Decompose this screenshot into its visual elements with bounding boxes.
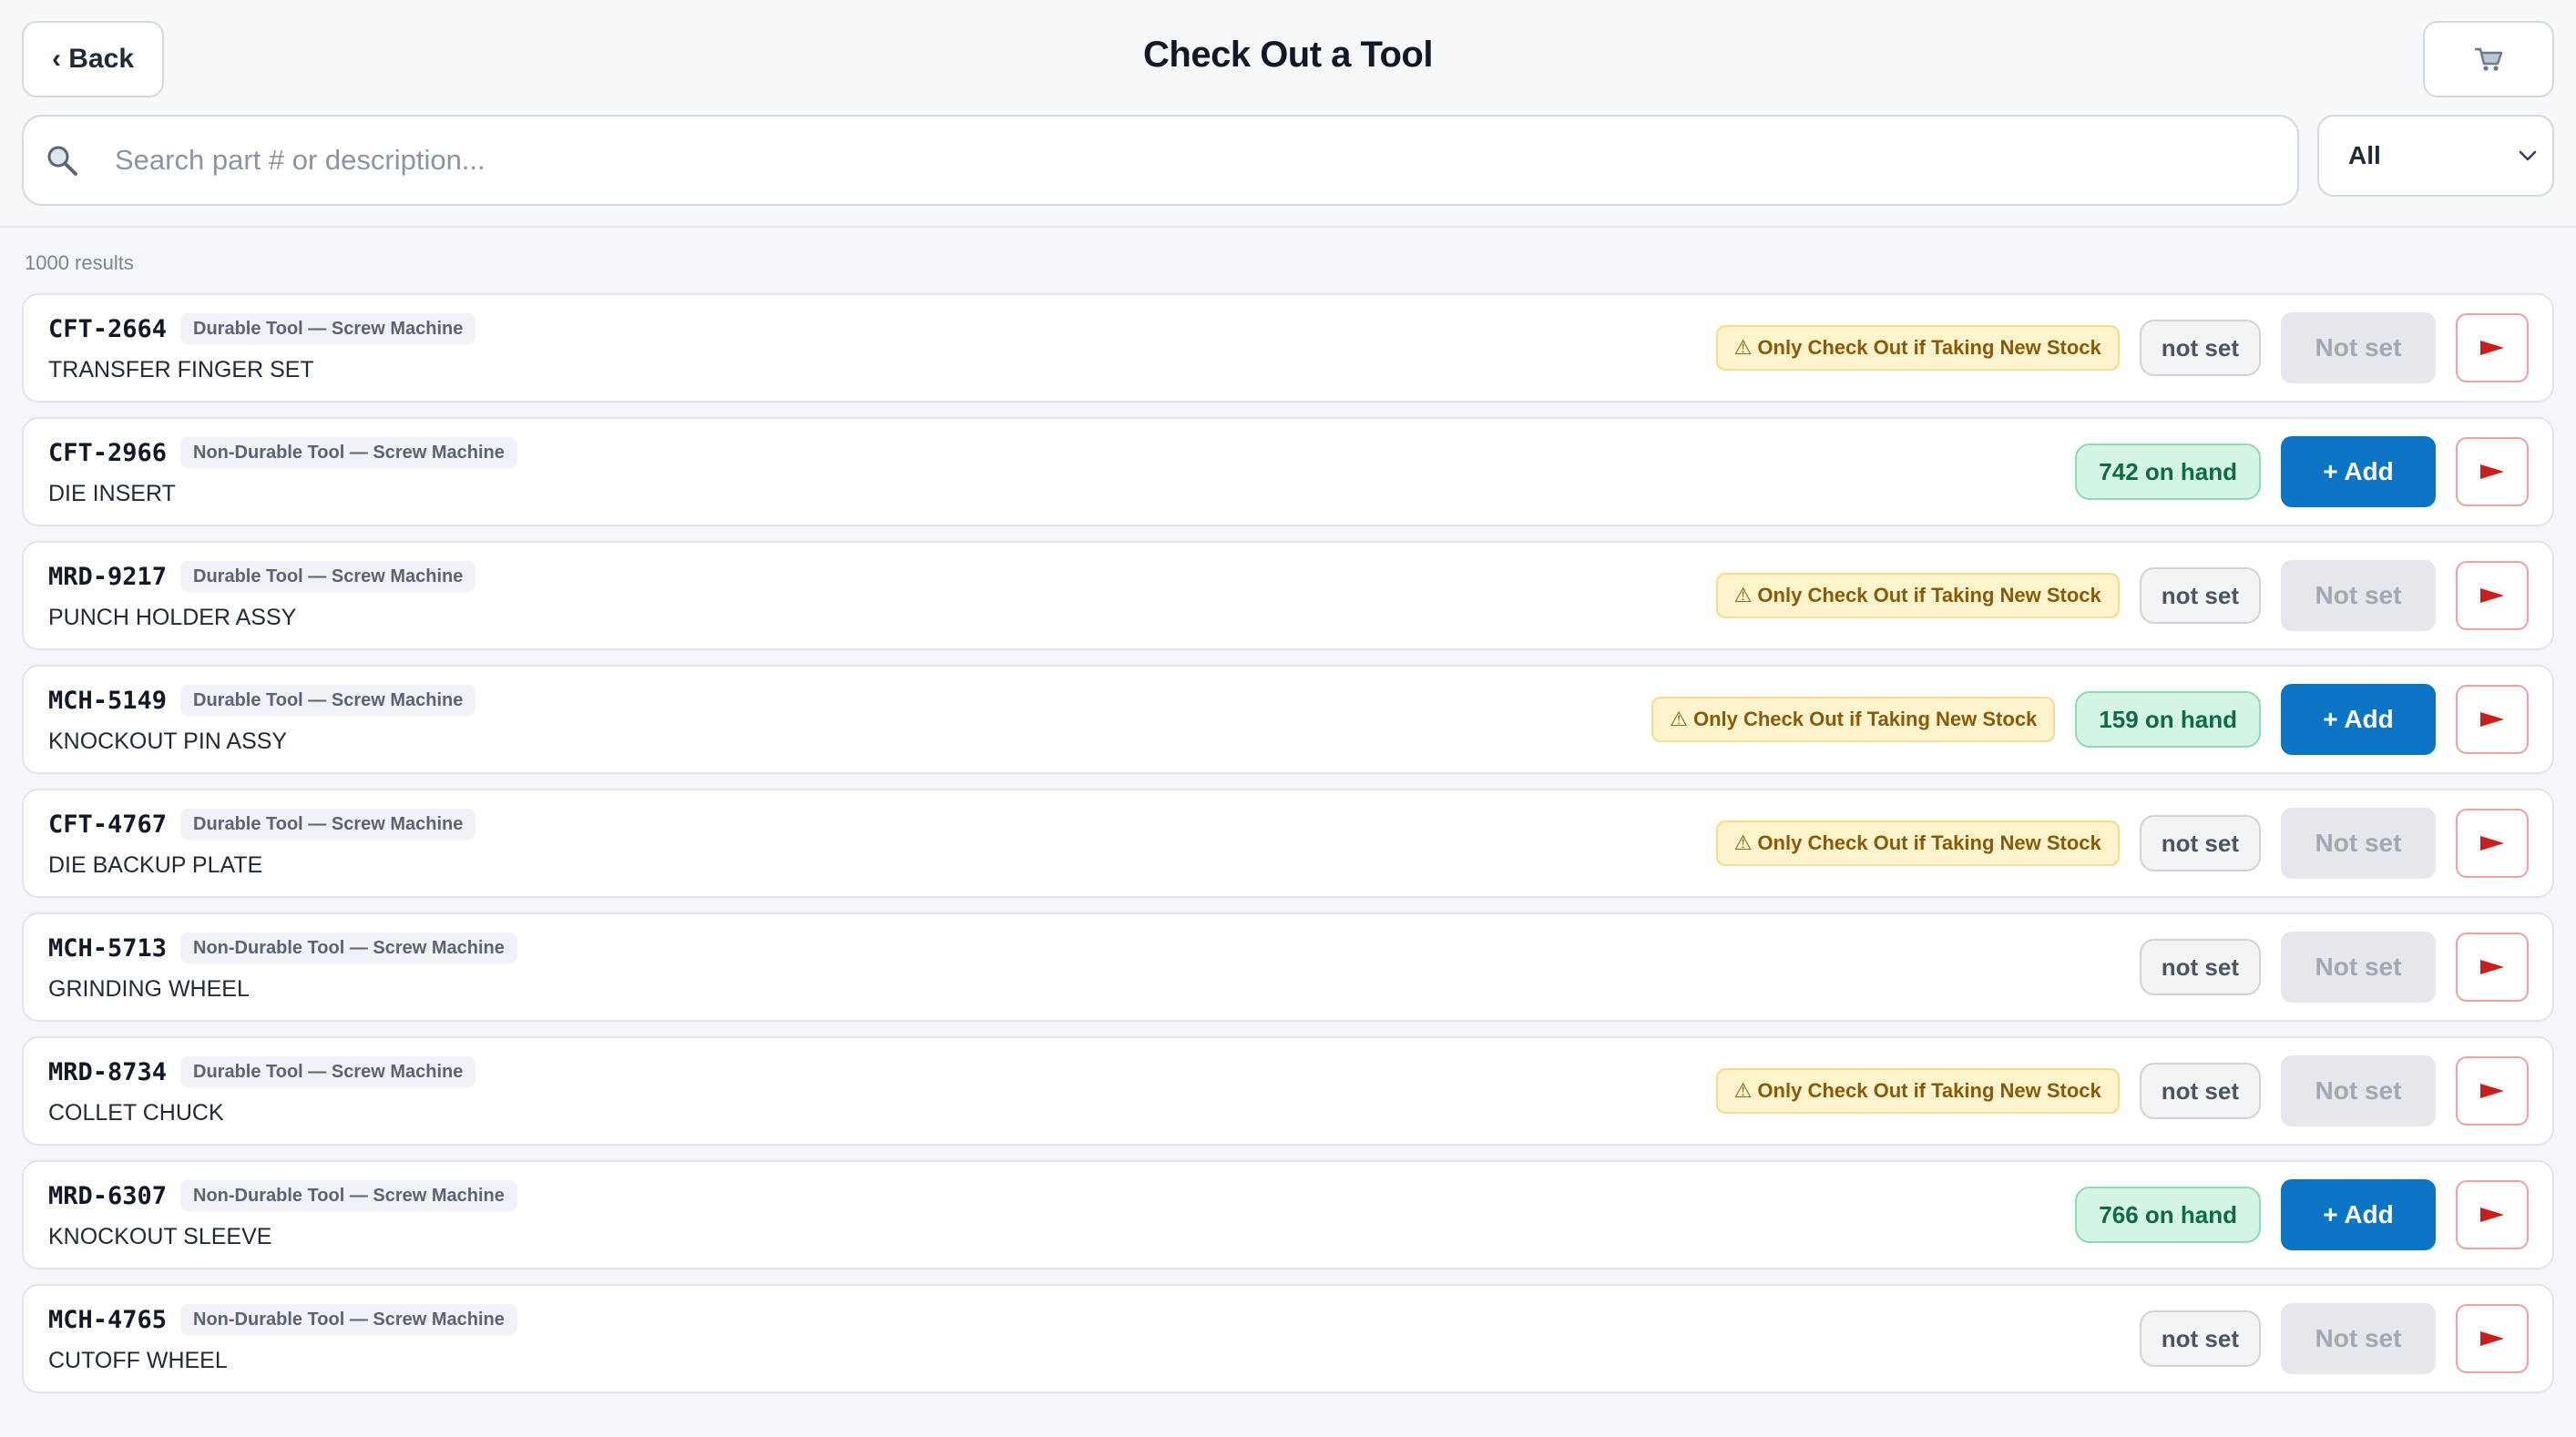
top-bar: ‹ Back Check Out a Tool All: [0, 0, 2576, 228]
flag-button[interactable]: [2456, 1180, 2529, 1249]
part-number: CFT-2664: [48, 315, 168, 343]
list-item[interactable]: MRD-6307 Non-Durable Tool — Screw Machine…: [22, 1160, 2554, 1269]
cart-icon: [2475, 47, 2503, 71]
search-bar: [22, 115, 2299, 206]
part-description: TRANSFER FINGER SET: [48, 357, 314, 382]
flag-button[interactable]: [2456, 685, 2529, 754]
row-actions: ⚠ Only Check Out if Taking New Stock not …: [1715, 1038, 2529, 1144]
part-description: KNOCKOUT PIN ASSY: [48, 729, 288, 754]
part-description: KNOCKOUT SLEEVE: [48, 1224, 272, 1249]
part-description: DIE BACKUP PLATE: [48, 852, 263, 878]
part-number: MCH-5713: [48, 934, 168, 963]
row-actions: 742 on hand + Add: [2075, 419, 2529, 525]
flag-button[interactable]: [2456, 1304, 2529, 1373]
category-filter-select[interactable]: All: [2317, 115, 2554, 197]
stock-badge: not set: [2139, 1310, 2261, 1367]
stock-badge: 766 on hand: [2075, 1187, 2261, 1243]
list-item[interactable]: CFT-4767 Durable Tool — Screw Machine DIE …: [22, 789, 2554, 898]
add-button[interactable]: + Add: [2281, 684, 2436, 755]
cart-button[interactable]: [2423, 21, 2554, 97]
new-stock-warning-badge: ⚠ Only Check Out if Taking New Stock: [1715, 1068, 2120, 1114]
row-actions: ⚠ Only Check Out if Taking New Stock not …: [1715, 295, 2529, 401]
add-button[interactable]: + Add: [2281, 436, 2436, 507]
row-actions: not set Not set: [2139, 914, 2529, 1020]
flag-button[interactable]: [2456, 561, 2529, 630]
tool-list: CFT-2664 Durable Tool — Screw Machine TRAN…: [22, 293, 2554, 1408]
category-tag: Non-Durable Tool — Screw Machine: [180, 437, 517, 468]
row-actions: ⚠ Only Check Out if Taking New Stock not …: [1715, 790, 2529, 896]
category-tag: Durable Tool — Screw Machine: [180, 561, 476, 592]
flag-icon: [2480, 588, 2504, 603]
results-count: 1000 results: [25, 251, 134, 274]
list-item[interactable]: MRD-8734 Durable Tool — Screw Machine COLL…: [22, 1036, 2554, 1146]
category-tag: Non-Durable Tool — Screw Machine: [180, 933, 517, 963]
chevron-down-icon: [2519, 150, 2537, 161]
part-description: GRINDING WHEEL: [48, 976, 250, 1002]
add-button[interactable]: Not set: [2281, 1055, 2436, 1126]
list-item[interactable]: CFT-2966 Non-Durable Tool — Screw Machine…: [22, 417, 2554, 526]
flag-icon: [2480, 464, 2504, 479]
list-item[interactable]: MCH-5713 Non-Durable Tool — Screw Machine…: [22, 912, 2554, 1022]
add-button[interactable]: Not set: [2281, 312, 2436, 383]
flag-icon: [2480, 341, 2504, 355]
category-tag: Non-Durable Tool — Screw Machine: [180, 1304, 517, 1335]
part-description: CUTOFF WHEEL: [48, 1348, 228, 1373]
new-stock-warning-badge: ⚠ Only Check Out if Taking New Stock: [1651, 697, 2056, 742]
add-button[interactable]: + Add: [2281, 1179, 2436, 1250]
page-title: Check Out a Tool: [1143, 35, 1433, 75]
part-number: MCH-5149: [48, 687, 168, 715]
part-number: MCH-4765: [48, 1306, 168, 1334]
list-item[interactable]: MCH-5149 Durable Tool — Screw Machine KNOC…: [22, 665, 2554, 774]
part-number: MRD-9217: [48, 563, 168, 591]
add-button[interactable]: Not set: [2281, 808, 2436, 879]
category-tag: Non-Durable Tool — Screw Machine: [180, 1180, 517, 1211]
stock-badge: 159 on hand: [2075, 691, 2261, 748]
flag-button[interactable]: [2456, 933, 2529, 1002]
add-button[interactable]: Not set: [2281, 932, 2436, 1003]
row-actions: ⚠ Only Check Out if Taking New Stock not …: [1715, 543, 2529, 648]
flag-button[interactable]: [2456, 809, 2529, 878]
stock-badge: not set: [2139, 320, 2261, 376]
new-stock-warning-badge: ⚠ Only Check Out if Taking New Stock: [1715, 325, 2120, 371]
category-tag: Durable Tool — Screw Machine: [180, 1056, 476, 1087]
flag-button[interactable]: [2456, 437, 2529, 506]
part-description: COLLET CHUCK: [48, 1100, 224, 1126]
flag-icon: [2480, 836, 2504, 851]
part-number: MRD-8734: [48, 1058, 168, 1086]
search-input[interactable]: [113, 123, 2297, 198]
list-item[interactable]: MRD-9217 Durable Tool — Screw Machine PUNC…: [22, 541, 2554, 650]
filter-selected-value: All: [2348, 141, 2381, 169]
list-item[interactable]: MCH-4765 Non-Durable Tool — Screw Machine…: [22, 1284, 2554, 1393]
flag-button[interactable]: [2456, 313, 2529, 382]
row-actions: ⚠ Only Check Out if Taking New Stock 159 …: [1651, 667, 2529, 772]
add-button[interactable]: Not set: [2281, 1303, 2436, 1374]
flag-icon: [2480, 712, 2504, 727]
stock-badge: 742 on hand: [2075, 443, 2261, 500]
category-tag: Durable Tool — Screw Machine: [180, 313, 476, 344]
category-tag: Durable Tool — Screw Machine: [180, 809, 476, 840]
stock-badge: not set: [2139, 567, 2261, 624]
part-description: PUNCH HOLDER ASSY: [48, 605, 297, 630]
row-actions: 766 on hand + Add: [2075, 1162, 2529, 1268]
part-number: MRD-6307: [48, 1182, 168, 1210]
flag-button[interactable]: [2456, 1056, 2529, 1126]
stock-badge: not set: [2139, 815, 2261, 871]
part-description: DIE INSERT: [48, 481, 176, 506]
flag-icon: [2480, 960, 2504, 974]
stock-badge: not set: [2139, 1063, 2261, 1119]
flag-icon: [2480, 1208, 2504, 1222]
new-stock-warning-badge: ⚠ Only Check Out if Taking New Stock: [1715, 820, 2120, 866]
flag-icon: [2480, 1084, 2504, 1098]
stock-badge: not set: [2139, 939, 2261, 995]
row-actions: not set Not set: [2139, 1286, 2529, 1391]
category-tag: Durable Tool — Screw Machine: [180, 685, 476, 716]
flag-icon: [2480, 1331, 2504, 1346]
list-item[interactable]: CFT-2664 Durable Tool — Screw Machine TRAN…: [22, 293, 2554, 403]
part-number: CFT-2966: [48, 439, 168, 467]
new-stock-warning-badge: ⚠ Only Check Out if Taking New Stock: [1715, 573, 2120, 618]
add-button[interactable]: Not set: [2281, 560, 2436, 631]
part-number: CFT-4767: [48, 810, 168, 839]
search-icon: [46, 144, 100, 177]
